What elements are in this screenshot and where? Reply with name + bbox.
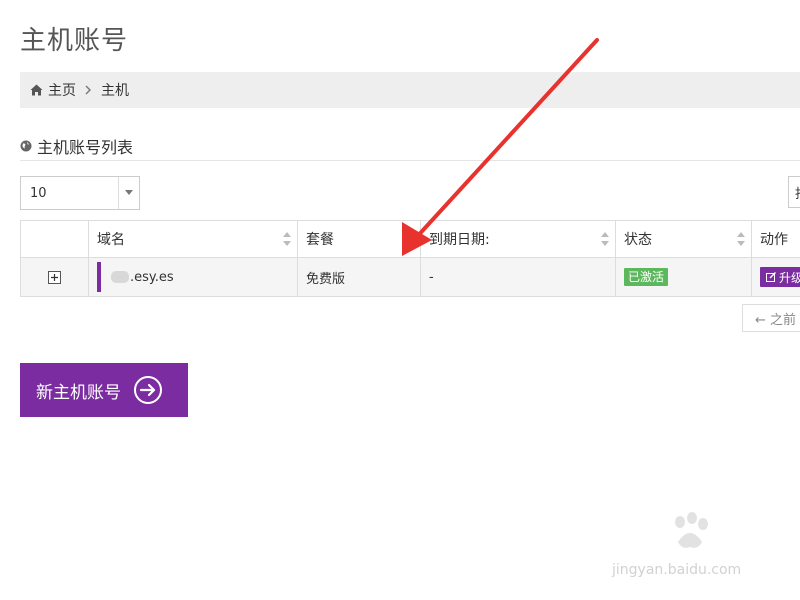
table-header-row: 域名 套餐 到期日期: 状态 动作 [20, 220, 800, 258]
breadcrumb-current: 主机 [101, 83, 129, 99]
table-row: .esy.es 免费版 - 已激活 升级 [20, 257, 800, 297]
row-accent-bar [97, 262, 101, 292]
header-plan[interactable]: 套餐 [297, 220, 421, 258]
header-domain[interactable]: 域名 [88, 220, 298, 258]
sort-icon [601, 232, 609, 246]
status-badge: 已激活 [624, 268, 669, 286]
new-host-label: 新主机账号 [36, 382, 121, 403]
page-title: 主机账号 [20, 26, 129, 56]
sort-icon [406, 232, 414, 246]
header-action: 动作 [751, 220, 800, 258]
domain-cell[interactable]: .esy.es [88, 257, 298, 297]
search-stub-text: 找 [795, 183, 800, 202]
paw-icon [675, 512, 708, 548]
redacted-domain [111, 271, 129, 283]
new-host-button[interactable]: 新主机账号 [20, 363, 188, 417]
caret-down-icon [118, 177, 139, 209]
breadcrumb-home-link[interactable]: 主页 [48, 80, 76, 100]
status-cell: 已激活 [615, 257, 752, 297]
sort-icon [283, 232, 291, 246]
header-expiry[interactable]: 到期日期: [420, 220, 616, 258]
section-header: 主机账号列表 [20, 132, 800, 161]
search-box[interactable]: 找 [788, 176, 800, 208]
globe-icon [20, 140, 32, 152]
hosts-table: 域名 套餐 到期日期: 状态 动作 .esy.es 免费版 - 已激活 升 [20, 220, 800, 297]
plus-square-icon[interactable] [22, 270, 88, 284]
watermark-url: jingyan.baidu.com [612, 562, 742, 578]
header-label: 动作 [760, 232, 788, 248]
header-label: 到期日期: [429, 232, 490, 248]
expand-cell[interactable] [20, 257, 89, 297]
page-size-value: 10 [30, 185, 47, 201]
pager-prev-button[interactable]: ← 之前 [742, 304, 800, 332]
page-size-select[interactable]: 10 [20, 176, 140, 210]
domain-text: .esy.es [130, 269, 174, 285]
arrow-circle-right-icon [133, 375, 163, 405]
plan-cell: 免费版 [297, 257, 421, 297]
expiry-cell: - [420, 257, 616, 297]
upgrade-label: 升级 [779, 270, 800, 285]
upgrade-button[interactable]: 升级 [760, 267, 800, 287]
section-title: 主机账号列表 [37, 138, 134, 157]
baidu-watermark: jingyan.baidu.com [612, 512, 772, 586]
action-cell: 升级 [751, 257, 800, 297]
header-status[interactable]: 状态 [615, 220, 752, 258]
header-label: 状态 [624, 232, 652, 248]
breadcrumb: 主页 主机 [20, 72, 800, 108]
home-icon [30, 84, 43, 96]
sort-icon [737, 232, 745, 246]
header-expand [20, 220, 89, 258]
header-label: 套餐 [306, 232, 334, 248]
edit-icon [766, 272, 776, 282]
chevron-right-icon [85, 85, 92, 95]
header-label: 域名 [97, 232, 125, 248]
